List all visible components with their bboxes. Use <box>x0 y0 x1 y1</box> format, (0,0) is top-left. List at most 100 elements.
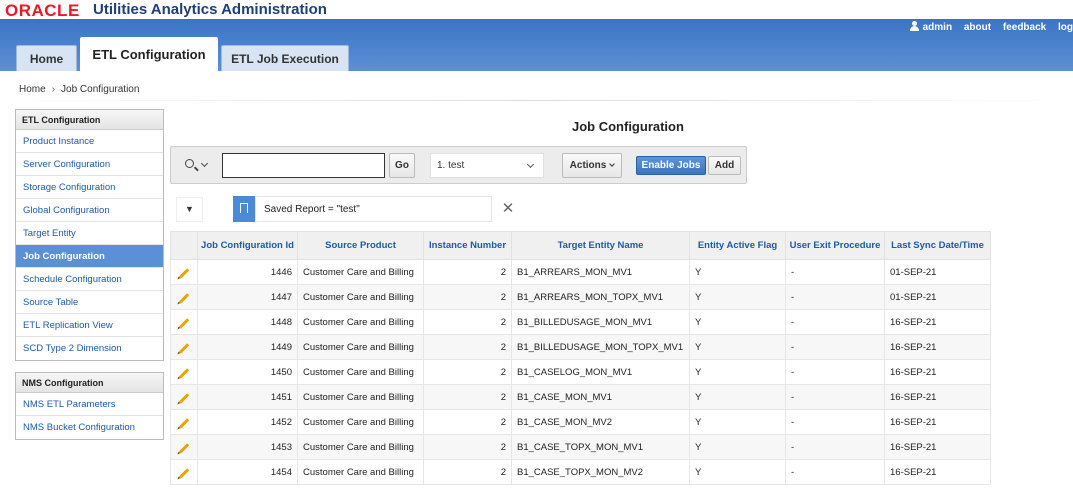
cell-job-id: 1453 <box>197 434 298 460</box>
sidebar-item-storage-configuration[interactable]: Storage Configuration <box>16 176 163 199</box>
tab-etl-configuration[interactable]: ETL Configuration <box>80 37 218 71</box>
cell-source-product: Customer Care and Billing <box>297 459 424 485</box>
sidebar-item-etl-replication-view[interactable]: ETL Replication View <box>16 314 163 337</box>
cell-last-sync: 16-SEP-21 <box>884 459 991 485</box>
table-row: 1454 Customer Care and Billing 2 B1_CASE_TO… <box>170 459 991 485</box>
cell-source-product: Customer Care and Billing <box>297 334 424 360</box>
cell-instance-number: 2 <box>423 359 512 385</box>
col-entity-active-flag[interactable]: Entity Active Flag <box>689 231 786 260</box>
sidebar-item-source-table[interactable]: Source Table <box>16 291 163 314</box>
col-target-entity-name[interactable]: Target Entity Name <box>511 231 690 260</box>
edit-cell[interactable] <box>170 359 198 385</box>
enable-jobs-button[interactable]: Enable Jobs <box>636 156 706 175</box>
col-job-configuration-id[interactable]: Job Configuration Id <box>197 231 298 260</box>
sidebar-item-product-instance[interactable]: Product Instance <box>16 130 163 153</box>
col-last-sync-date-time[interactable]: Last Sync Date/Time <box>884 231 991 260</box>
edit-cell[interactable] <box>170 334 198 360</box>
cell-active-flag: Y <box>689 384 786 410</box>
edit-cell[interactable] <box>170 459 198 485</box>
sidebar-item-scd-type-2-dimension[interactable]: SCD Type 2 Dimension <box>16 337 163 360</box>
edit-pencil-icon[interactable] <box>178 267 190 279</box>
edit-cell[interactable] <box>170 384 198 410</box>
cell-last-sync: 01-SEP-21 <box>884 284 991 310</box>
cell-last-sync: 16-SEP-21 <box>884 434 991 460</box>
sidebar-item-global-configuration[interactable]: Global Configuration <box>16 199 163 222</box>
tab-etl-job-execution[interactable]: ETL Job Execution <box>221 45 349 71</box>
cell-source-product: Customer Care and Billing <box>297 359 424 385</box>
cell-source-product: Customer Care and Billing <box>297 434 424 460</box>
cell-active-flag: Y <box>689 284 786 310</box>
table-row: 1453 Customer Care and Billing 2 B1_CASE_TO… <box>170 434 991 460</box>
sidebar-item-nms-etl-parameters[interactable]: NMS ETL Parameters <box>16 393 163 416</box>
cell-active-flag: Y <box>689 434 786 460</box>
go-button[interactable]: Go <box>389 153 415 178</box>
cell-instance-number: 2 <box>423 459 512 485</box>
edit-pencil-icon[interactable] <box>178 392 190 404</box>
chevron-down-icon <box>609 161 616 167</box>
cell-source-product: Customer Care and Billing <box>297 384 424 410</box>
chevron-down-icon <box>526 160 535 169</box>
edit-pencil-icon[interactable] <box>178 467 190 479</box>
actions-button[interactable]: Actions <box>562 153 622 178</box>
col-source-product[interactable]: Source Product <box>297 231 424 260</box>
cell-target-entity-name: B1_CASE_MON_MV2 <box>511 409 690 435</box>
cell-target-entity-name: B1_CASE_MON_MV1 <box>511 384 690 410</box>
close-icon[interactable]: ✕ <box>498 198 518 220</box>
add-button[interactable]: Add <box>708 156 741 175</box>
cell-last-sync: 16-SEP-21 <box>884 359 991 385</box>
app-title: Utilities Analytics Administration <box>93 1 327 18</box>
feedback-link[interactable]: feedback <box>1003 22 1046 33</box>
breadcrumb-current: Job Configuration <box>61 84 140 95</box>
sidebar-item-job-configuration[interactable]: Job Configuration <box>16 245 163 268</box>
panel-title: NMS Configuration <box>16 373 163 393</box>
edit-cell[interactable] <box>170 284 198 310</box>
edit-pencil-icon[interactable] <box>178 292 190 304</box>
user-name: admin <box>922 22 953 33</box>
table-header-row: Job Configuration Id Source Product Inst… <box>170 231 991 260</box>
edit-pencil-icon[interactable] <box>178 342 190 354</box>
user-menu[interactable]: admin <box>909 21 953 33</box>
chevron-down-icon <box>200 159 209 168</box>
cell-user-exit-procedure: - <box>785 459 885 485</box>
edit-cell[interactable] <box>170 434 198 460</box>
breadcrumb-home[interactable]: Home <box>19 84 46 95</box>
cell-source-product: Customer Care and Billing <box>297 284 424 310</box>
cell-instance-number: 2 <box>423 409 512 435</box>
cell-target-entity-name: B1_ARREARS_MON_MV1 <box>511 259 690 285</box>
cell-user-exit-procedure: - <box>785 334 885 360</box>
tab-home[interactable]: Home <box>16 45 77 71</box>
cell-user-exit-procedure: - <box>785 284 885 310</box>
cell-user-exit-procedure: - <box>785 359 885 385</box>
logout-link[interactable]: log <box>1058 22 1073 33</box>
saved-report-select[interactable]: 1. test <box>430 153 544 178</box>
edit-cell[interactable] <box>170 409 198 435</box>
collapse-toggle-icon[interactable]: ▼ <box>176 197 203 222</box>
top-header: ORACLE Utilities Analytics Administratio… <box>0 0 1073 20</box>
sidebar-item-nms-bucket-configuration[interactable]: NMS Bucket Configuration <box>16 416 163 439</box>
edit-pencil-icon[interactable] <box>178 367 190 379</box>
edit-cell[interactable] <box>170 309 198 335</box>
cell-instance-number: 2 <box>423 309 512 335</box>
col-instance-number[interactable]: Instance Number <box>423 231 512 260</box>
saved-report-filter[interactable]: Saved Report = "test" <box>255 196 492 222</box>
col-edit <box>170 231 198 260</box>
table-row: 1446 Customer Care and Billing 2 B1_ARREARS… <box>170 259 991 285</box>
edit-cell[interactable] <box>170 259 198 285</box>
edit-pencil-icon[interactable] <box>178 442 190 454</box>
cell-last-sync: 16-SEP-21 <box>884 384 991 410</box>
edit-pencil-icon[interactable] <box>178 417 190 429</box>
sidebar-item-schedule-configuration[interactable]: Schedule Configuration <box>16 268 163 291</box>
table-row: 1452 Customer Care and Billing 2 B1_CASE_MO… <box>170 409 991 435</box>
search-input[interactable] <box>222 153 385 178</box>
cell-last-sync: 01-SEP-21 <box>884 259 991 285</box>
sidebar-item-server-configuration[interactable]: Server Configuration <box>16 153 163 176</box>
sidebar-item-target-entity[interactable]: Target Entity <box>16 222 163 245</box>
cell-target-entity-name: B1_CASELOG_MON_MV1 <box>511 359 690 385</box>
about-link[interactable]: about <box>964 22 991 33</box>
edit-pencil-icon[interactable] <box>178 317 190 329</box>
search-column-menu[interactable] <box>183 157 213 173</box>
cell-source-product: Customer Care and Billing <box>297 309 424 335</box>
cell-source-product: Customer Care and Billing <box>297 259 424 285</box>
col-user-exit-procedure[interactable]: User Exit Procedure <box>785 231 885 260</box>
cell-target-entity-name: B1_CASE_TOPX_MON_MV2 <box>511 459 690 485</box>
